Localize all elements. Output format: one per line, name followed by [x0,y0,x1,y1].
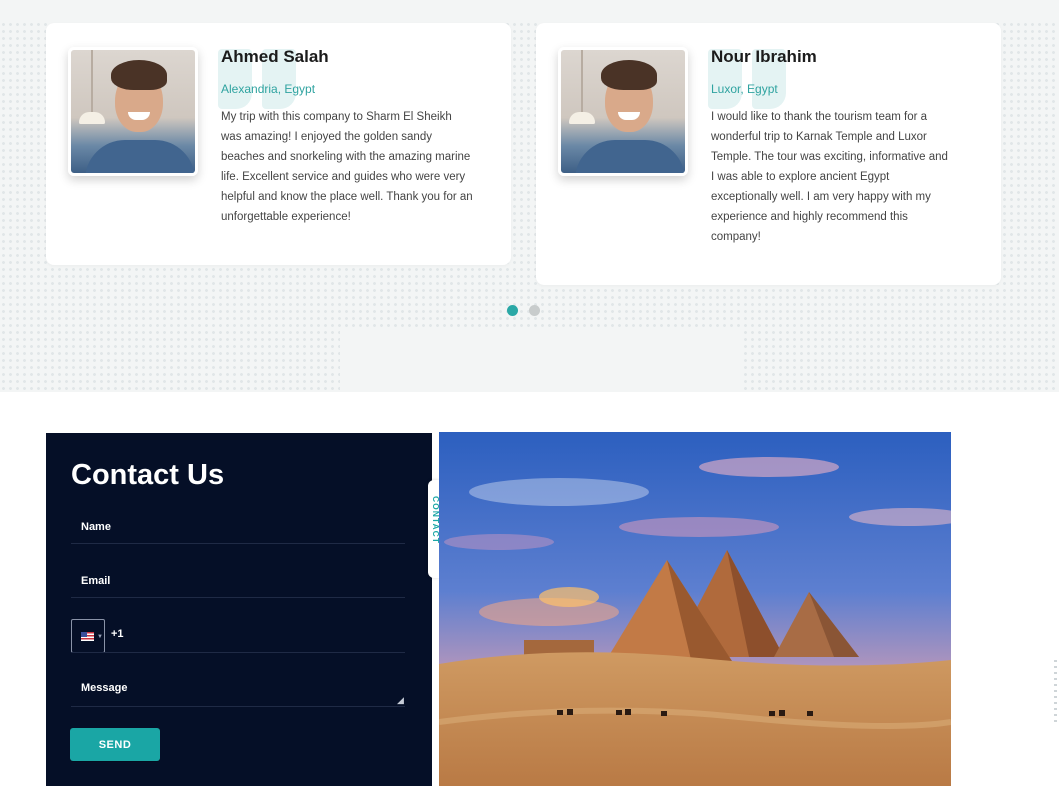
message-field[interactable]: Message [81,682,127,694]
scroll-indicator [1054,660,1057,724]
contact-form: Contact Us Name Email ▼ +1 Message ◢ SEN… [46,433,432,786]
name-field[interactable]: Name [81,521,111,533]
send-button[interactable]: SEND [70,728,160,761]
phone-field-underline [71,652,405,653]
map-mask [0,0,1059,20]
email-field[interactable]: Email [81,575,110,587]
reviewer-name: Nour Ibrahim [711,47,817,66]
contact-title: Contact Us [71,459,225,491]
email-field-underline [71,597,405,598]
reviewer-location: Luxor, Egypt [711,82,778,96]
testimonials-section: Ahmed Salah Alexandria, Egypt My trip wi… [0,0,1059,392]
avatar [68,47,198,176]
avatar [558,47,688,176]
phone-field[interactable]: +1 [111,628,124,640]
carousel-dot-1[interactable] [507,305,518,316]
carousel-pagination [507,305,540,316]
resize-grip-icon[interactable]: ◢ [397,695,404,706]
carousel-dot-2[interactable] [529,305,540,316]
testimonial-card: Ahmed Salah Alexandria, Egypt My trip wi… [46,23,511,265]
name-field-underline [71,543,405,544]
map-mask [340,330,740,392]
us-flag-icon [81,632,94,641]
message-field-underline [71,706,405,707]
country-code-select[interactable]: ▼ [71,619,105,653]
testimonial-card: Nour Ibrahim Luxor, Egypt I would like t… [536,23,1001,285]
pyramids-image [439,432,951,786]
chevron-down-icon: ▼ [97,634,103,640]
review-text: My trip with this company to Sharm El Sh… [221,111,473,223]
reviewer-name: Ahmed Salah [221,47,329,66]
reviewer-location: Alexandria, Egypt [221,82,316,96]
review-text: I would like to thank the tourism team f… [711,111,948,243]
